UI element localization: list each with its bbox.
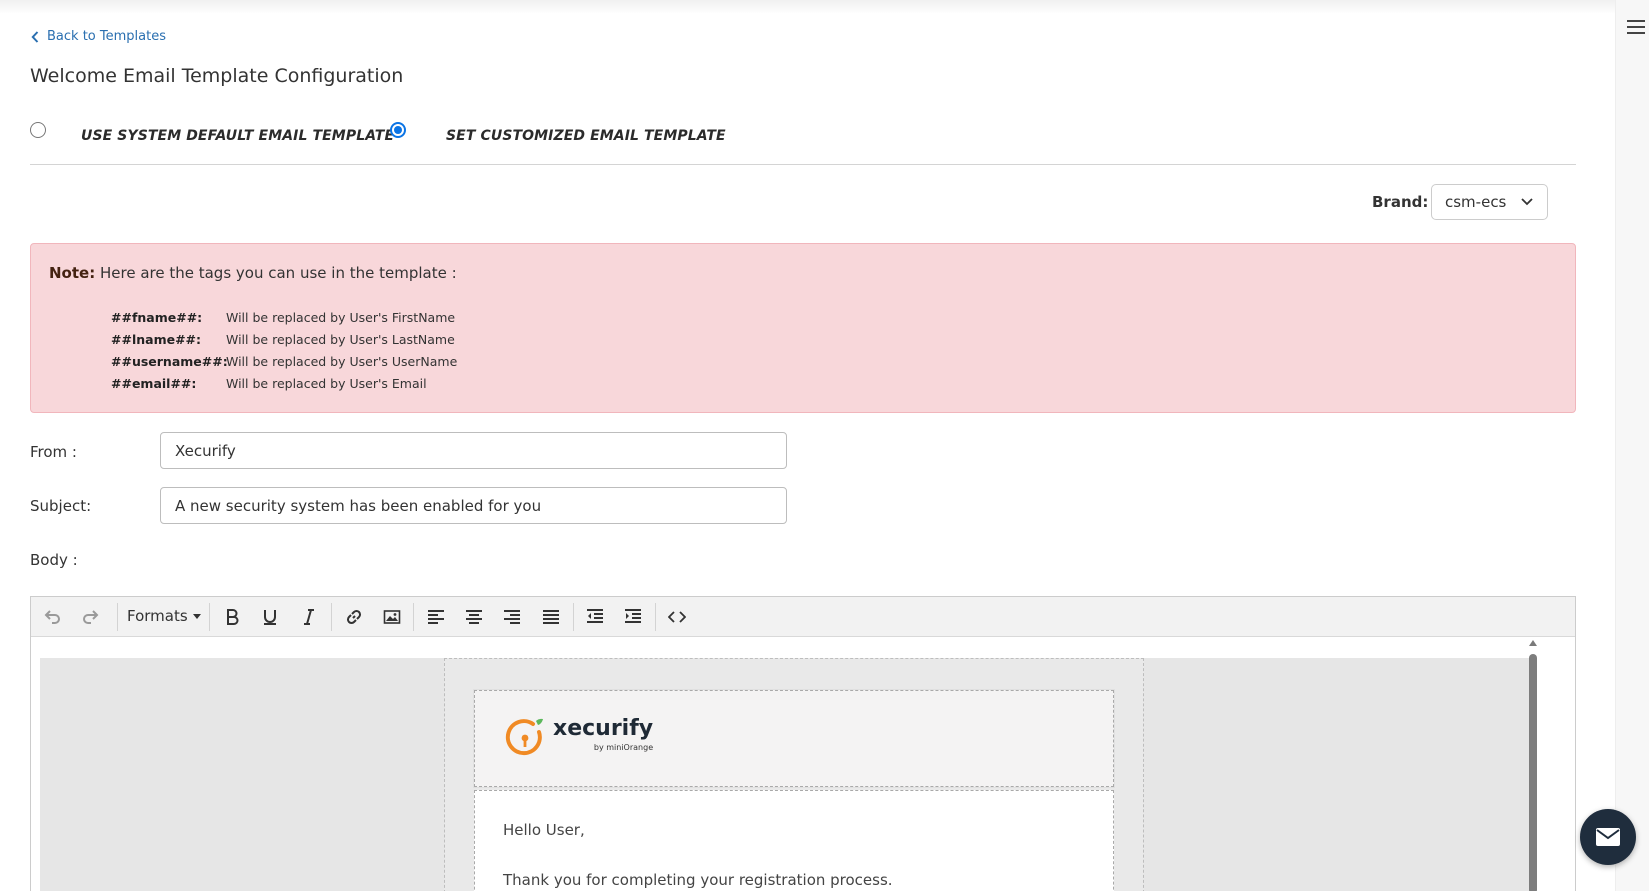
toolbar-separator <box>331 603 332 631</box>
radio-system-default[interactable] <box>30 122 46 138</box>
image-icon[interactable] <box>379 604 405 630</box>
radio-customized-template-label[interactable]: SET CUSTOMIZED EMAIL TEMPLATE <box>446 128 726 144</box>
radio-system-default-label[interactable]: USE SYSTEM DEFAULT EMAIL TEMPLATE <box>81 128 394 144</box>
envelope-icon <box>1596 828 1620 846</box>
editor-content-area[interactable]: xecurify by miniOrange Hello User, Thank… <box>40 658 1530 891</box>
email-greeting: Hello User, <box>503 821 585 839</box>
back-label[interactable]: Back to Templates <box>47 29 166 44</box>
toolbar-separator <box>209 603 210 631</box>
note-text: Here are the tags you can use in the tem… <box>99 264 457 282</box>
tag-name: ##email##: <box>111 376 197 391</box>
toolbar-separator <box>655 603 656 631</box>
align-center-icon[interactable] <box>461 604 487 630</box>
note-heading: Note: Here are the tags you can use in t… <box>49 264 457 282</box>
tag-name: ##username##: <box>111 354 228 369</box>
source-code-icon[interactable] <box>664 604 690 630</box>
brand-label: Brand: <box>1372 193 1429 211</box>
align-justify-icon[interactable] <box>538 604 564 630</box>
caret-down-icon <box>192 613 201 619</box>
formats-dropdown[interactable]: Formats <box>127 607 201 625</box>
chevron-left-icon <box>31 30 39 43</box>
brand-select-value: csm-ecs <box>1445 193 1507 211</box>
outdent-icon[interactable] <box>582 604 608 630</box>
indent-icon[interactable] <box>620 604 646 630</box>
editor-scrollbar[interactable] <box>1526 640 1540 891</box>
divider <box>30 164 1576 165</box>
email-body[interactable]: Hello User, Thank you for completing you… <box>474 790 1114 891</box>
italic-icon[interactable] <box>296 604 322 630</box>
tag-name: ##fname##: <box>111 310 203 325</box>
tag-name: ##lname##: <box>111 332 202 347</box>
editor-toolbar: Formats <box>31 597 1575 637</box>
tags-note: Note: Here are the tags you can use in t… <box>30 243 1576 413</box>
page-title: Welcome Email Template Configuration <box>30 65 404 87</box>
from-label: From : <box>30 443 77 461</box>
logo-sub-text: by miniOrange <box>593 743 654 752</box>
toolbar-separator <box>573 603 574 631</box>
tag-description: Will be replaced by User's FirstName <box>226 310 456 325</box>
email-header[interactable]: xecurify by miniOrange <box>473 689 1115 788</box>
tag-description: Will be replaced by User's Email <box>226 376 427 391</box>
underline-icon[interactable] <box>257 604 283 630</box>
brand-select[interactable]: csm-ecs <box>1431 184 1548 220</box>
back-to-templates-link[interactable]: Back to Templates <box>31 29 166 44</box>
align-left-icon[interactable] <box>423 604 449 630</box>
note-prefix: Note: <box>49 264 96 282</box>
subject-label: Subject: <box>30 497 92 515</box>
email-body-line: Thank you for completing your registrati… <box>503 871 893 889</box>
email-template-wrapper: xecurify by miniOrange Hello User, Thank… <box>444 658 1144 891</box>
body-label: Body : <box>30 551 78 569</box>
chevron-down-icon <box>1521 198 1533 206</box>
toolbar-separator <box>413 603 414 631</box>
undo-icon[interactable] <box>39 604 65 630</box>
redo-icon[interactable] <box>78 604 104 630</box>
chat-button[interactable] <box>1580 809 1636 865</box>
logo-main-text: xecurify <box>553 716 654 741</box>
xecurify-logo-icon <box>505 718 543 756</box>
radio-customized-template[interactable] <box>390 122 406 138</box>
bold-icon[interactable] <box>219 604 245 630</box>
link-icon[interactable] <box>341 604 367 630</box>
tag-description: Will be replaced by User's LastName <box>226 332 455 347</box>
top-shade <box>0 0 1615 14</box>
from-input[interactable]: Xecurify <box>160 432 787 469</box>
xecurify-logo-text: xecurify by miniOrange <box>553 716 653 752</box>
right-sidebar <box>1615 0 1649 891</box>
toolbar-separator <box>117 603 118 631</box>
menu-icon[interactable] <box>1627 20 1645 34</box>
rich-text-editor[interactable]: Formats xecurify by miniOrange Hello Use… <box>30 596 1576 891</box>
scroll-up-icon[interactable] <box>1529 640 1537 646</box>
align-right-icon[interactable] <box>499 604 525 630</box>
subject-input[interactable]: A new security system has been enabled f… <box>160 487 787 524</box>
tag-description: Will be replaced by User's UserName <box>226 354 458 369</box>
formats-label: Formats <box>127 607 188 625</box>
scrollbar-thumb[interactable] <box>1529 654 1537 891</box>
xecurify-logo: xecurify by miniOrange <box>505 716 653 758</box>
